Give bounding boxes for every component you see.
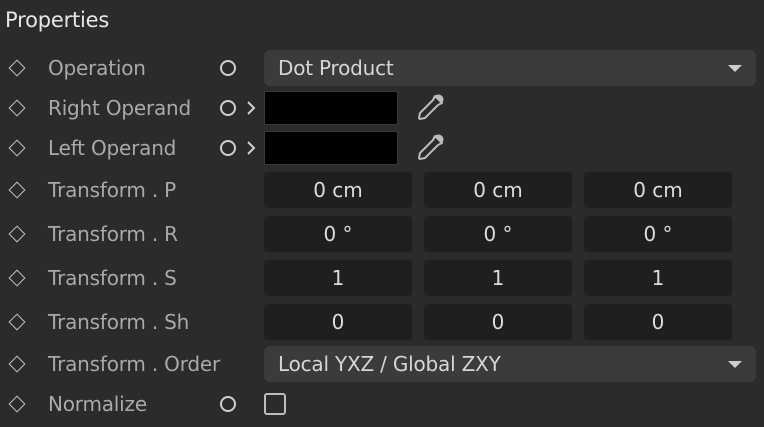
transform-r-x-field[interactable]: 0 °: [264, 216, 412, 252]
label-operation: Operation: [48, 56, 146, 80]
transform-order-dropdown[interactable]: Local YXZ / Global ZXY: [264, 346, 756, 382]
transform-s-y-field[interactable]: 1: [424, 260, 572, 296]
row-transform-s: Transform . S 1 1 1: [0, 258, 764, 298]
label-right-operand: Right Operand: [48, 96, 192, 120]
panel-title: Properties: [5, 8, 110, 32]
row-left-operand: Left Operand: [0, 128, 764, 168]
chevron-right-icon[interactable]: [244, 139, 258, 157]
transform-sh-x-field[interactable]: 0: [264, 304, 412, 340]
keyframe-diamond-icon[interactable]: [8, 225, 26, 243]
label-transform-order: Transform . Order: [48, 352, 220, 376]
eyedropper-icon[interactable]: [414, 92, 446, 124]
keyframe-diamond-icon[interactable]: [8, 139, 26, 157]
keyframe-diamond-icon[interactable]: [8, 269, 26, 287]
keyframe-diamond-icon[interactable]: [8, 313, 26, 331]
label-transform-s: Transform . S: [48, 266, 177, 290]
row-right-operand: Right Operand: [0, 88, 764, 128]
label-normalize: Normalize: [48, 392, 147, 416]
chevron-down-icon: [728, 361, 742, 368]
keyframe-diamond-icon[interactable]: [8, 395, 26, 413]
label-transform-r: Transform . R: [48, 222, 178, 246]
port-circle-icon[interactable]: [220, 100, 236, 116]
transform-sh-z-field[interactable]: 0: [584, 304, 732, 340]
row-operation: Operation Dot Product: [0, 48, 764, 88]
transform-r-z-field[interactable]: 0 °: [584, 216, 732, 252]
transform-p-y-field[interactable]: 0 cm: [424, 172, 572, 208]
eyedropper-icon[interactable]: [414, 132, 446, 164]
right-operand-color-swatch[interactable]: [264, 91, 398, 125]
row-transform-order: Transform . Order Local YXZ / Global ZXY: [0, 344, 764, 384]
operation-dropdown[interactable]: Dot Product: [264, 50, 756, 86]
row-transform-r: Transform . R 0 ° 0 ° 0 °: [0, 214, 764, 254]
transform-s-z-field[interactable]: 1: [584, 260, 732, 296]
row-transform-p: Transform . P 0 cm 0 cm 0 cm: [0, 170, 764, 210]
port-circle-icon[interactable]: [220, 140, 236, 156]
row-transform-sh: Transform . Sh 0 0 0: [0, 302, 764, 342]
normalize-checkbox[interactable]: [264, 393, 286, 415]
keyframe-diamond-icon[interactable]: [8, 355, 26, 373]
chevron-down-icon: [728, 65, 742, 72]
transform-sh-y-field[interactable]: 0: [424, 304, 572, 340]
label-transform-p: Transform . P: [48, 178, 177, 202]
left-operand-color-swatch[interactable]: [264, 131, 398, 165]
label-left-operand: Left Operand: [48, 136, 177, 160]
keyframe-diamond-icon[interactable]: [8, 59, 26, 77]
port-circle-icon[interactable]: [220, 60, 236, 76]
transform-p-z-field[interactable]: 0 cm: [584, 172, 732, 208]
transform-order-value: Local YXZ / Global ZXY: [278, 352, 501, 376]
row-normalize: Normalize: [0, 384, 764, 424]
keyframe-diamond-icon[interactable]: [8, 99, 26, 117]
transform-r-y-field[interactable]: 0 °: [424, 216, 572, 252]
label-transform-sh: Transform . Sh: [48, 310, 190, 334]
transform-s-x-field[interactable]: 1: [264, 260, 412, 296]
operation-value: Dot Product: [278, 56, 394, 80]
keyframe-diamond-icon[interactable]: [8, 181, 26, 199]
chevron-right-icon[interactable]: [244, 99, 258, 117]
port-circle-icon[interactable]: [220, 396, 236, 412]
transform-p-x-field[interactable]: 0 cm: [264, 172, 412, 208]
